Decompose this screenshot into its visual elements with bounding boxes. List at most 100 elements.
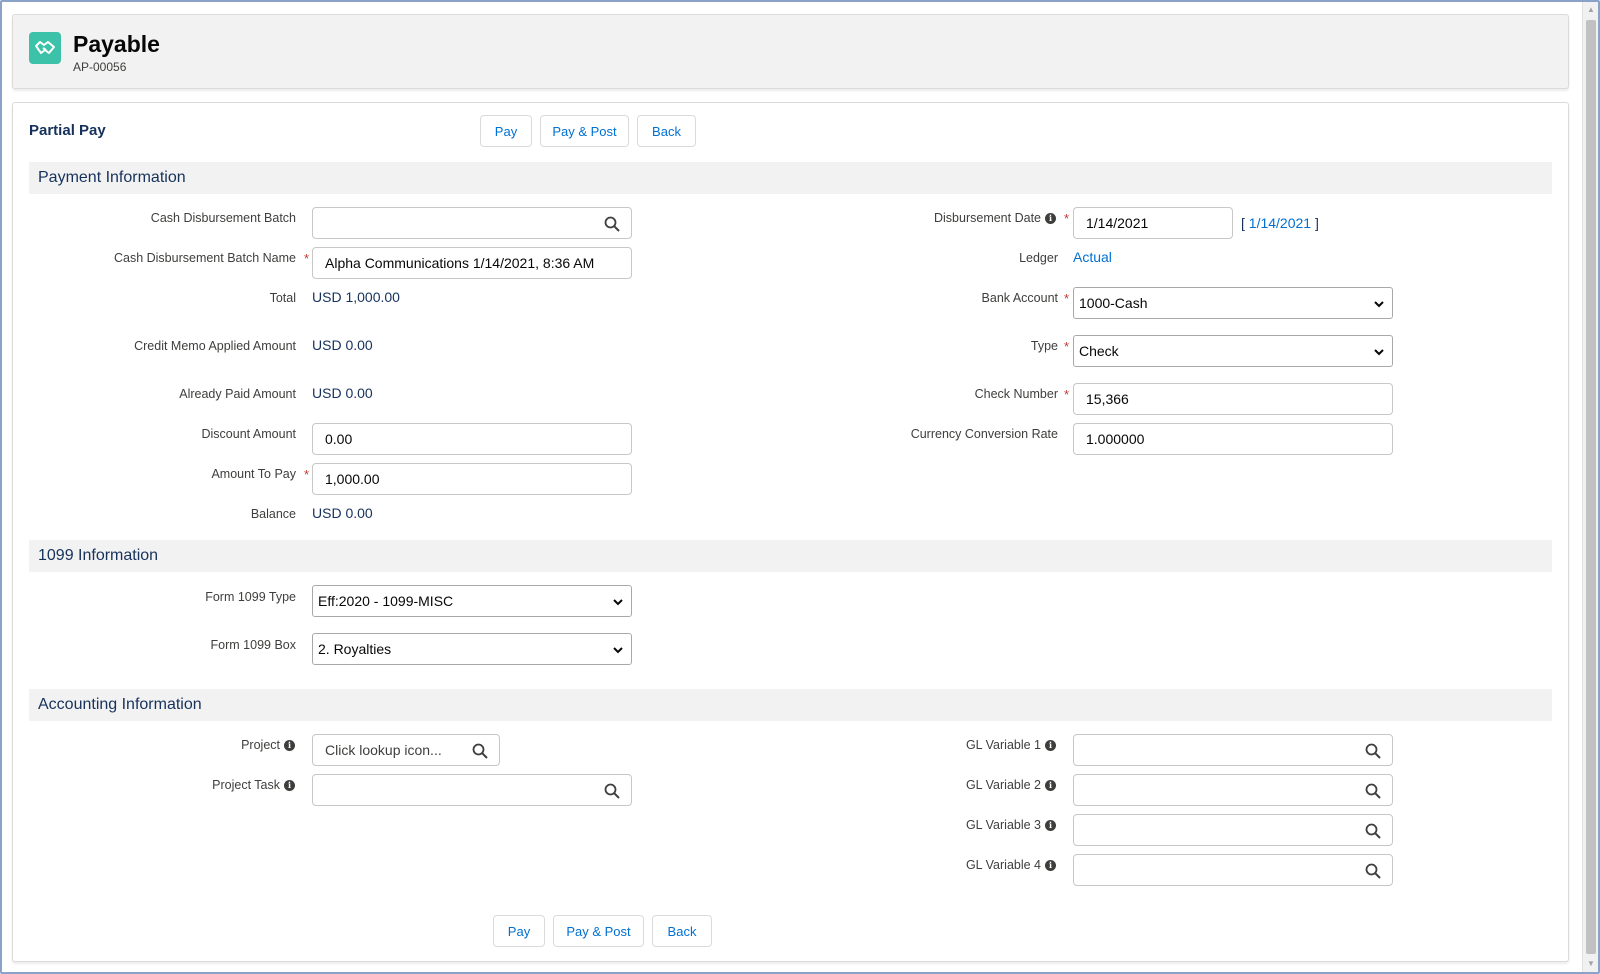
record-number: AP-00056 [73, 60, 127, 74]
label-type: Type [1030, 339, 1058, 353]
currency-conversion-rate-input[interactable]: 1.000000 [1073, 423, 1393, 455]
label-gl-variable-1: GL Variable 1 [965, 738, 1041, 752]
info-icon[interactable]: i [1045, 860, 1056, 871]
scroll-down-arrow-icon[interactable]: ▼ [1583, 956, 1599, 972]
page-title: Payable [73, 31, 160, 57]
chevron-down-icon [1374, 349, 1384, 356]
info-icon[interactable]: i [1045, 820, 1056, 831]
info-icon[interactable]: i [1045, 740, 1056, 751]
today-date-group: [ 1/14/2021 ] [1241, 215, 1319, 231]
required-marker: * [304, 467, 310, 482]
form-1099-box-value: 2. Royalties [318, 641, 392, 657]
label-form-1099-box: Form 1099 Box [210, 638, 296, 652]
section-1099-information: 1099 Information [29, 540, 1552, 572]
info-icon[interactable]: i [1045, 780, 1056, 791]
pay-post-button-top[interactable]: Pay & Post [540, 115, 629, 147]
gl-variable-2-lookup[interactable] [1073, 774, 1393, 806]
check-number-input[interactable]: 15,366 [1073, 383, 1393, 415]
project-lookup[interactable]: Click lookup icon... [312, 734, 500, 766]
required-marker: * [1064, 387, 1070, 402]
label-gl-variable-2: GL Variable 2 [965, 778, 1041, 792]
pay-post-button-bottom[interactable]: Pay & Post [553, 915, 644, 947]
pay-button-top[interactable]: Pay [480, 115, 532, 147]
label-project-task: Project Task [212, 778, 280, 792]
search-icon[interactable] [1364, 862, 1382, 880]
label-gl-variable-3: GL Variable 3 [965, 818, 1041, 832]
search-icon[interactable] [1364, 822, 1382, 840]
check-number-value: 15,366 [1086, 391, 1129, 407]
bank-account-select[interactable]: 1000-Cash [1073, 287, 1393, 319]
required-marker: * [304, 251, 310, 266]
discount-amount-value: 0.00 [325, 431, 353, 447]
batch-name-value: Alpha Communications 1/14/2021, 8:36 AM [325, 255, 595, 271]
required-marker: * [1064, 339, 1070, 354]
type-value: Check [1079, 343, 1119, 359]
search-icon[interactable] [1364, 742, 1382, 760]
disbursement-date-value: 1/14/2021 [1086, 215, 1149, 231]
label-form-1099-type: Form 1099 Type [205, 590, 296, 604]
label-cash-disbursement-batch: Cash Disbursement Batch [150, 211, 296, 225]
label-credit-memo-applied: Credit Memo Applied Amount [134, 339, 296, 353]
info-icon[interactable]: i [284, 780, 295, 791]
section-payment-information: Payment Information [29, 162, 1552, 194]
total-value: USD 1,000.00 [312, 289, 400, 305]
label-project: Project [241, 738, 280, 752]
today-bracket-open: [ [1241, 215, 1245, 231]
required-marker: * [1064, 291, 1070, 306]
today-date-link[interactable]: 1/14/2021 [1249, 215, 1311, 231]
info-icon[interactable]: i [1045, 213, 1056, 224]
required-marker: * [1064, 211, 1070, 226]
label-check-number: Check Number [974, 387, 1058, 401]
card-title: Partial Pay [29, 122, 106, 139]
project-task-lookup[interactable] [312, 774, 632, 806]
pay-button-bottom[interactable]: Pay [493, 915, 545, 947]
back-button-bottom[interactable]: Back [652, 915, 712, 947]
vertical-scrollbar[interactable]: ▲ ▼ [1582, 2, 1598, 972]
balance-value: USD 0.00 [312, 505, 373, 521]
form-1099-box-select[interactable]: 2. Royalties [312, 633, 632, 665]
label-amount-to-pay: Amount To Pay [211, 467, 296, 481]
label-bank-account: Bank Account [981, 291, 1058, 305]
search-icon[interactable] [603, 215, 621, 233]
search-icon[interactable] [471, 742, 489, 760]
record-header: Payable AP-00056 [12, 14, 1569, 89]
scrollbar-thumb[interactable] [1586, 20, 1596, 954]
project-placeholder: Click lookup icon... [325, 742, 442, 758]
chevron-down-icon [613, 647, 623, 654]
label-gl-variable-4: GL Variable 4 [965, 858, 1041, 872]
amount-to-pay-value: 1,000.00 [325, 471, 380, 487]
label-disbursement-date: Disbursement Date [934, 211, 1041, 225]
label-discount-amount: Discount Amount [201, 427, 297, 441]
gl-variable-3-lookup[interactable] [1073, 814, 1393, 846]
handshake-icon [29, 32, 61, 64]
batch-name-input[interactable]: Alpha Communications 1/14/2021, 8:36 AM [312, 247, 632, 279]
amount-to-pay-input[interactable]: 1,000.00 [312, 463, 632, 495]
ledger-link[interactable]: Actual [1073, 249, 1112, 265]
info-icon[interactable]: i [284, 740, 295, 751]
chevron-down-icon [1374, 301, 1384, 308]
section-accounting-information: Accounting Information [29, 689, 1552, 721]
search-icon[interactable] [1364, 782, 1382, 800]
form-1099-type-value: Eff:2020 - 1099-MISC [318, 593, 454, 609]
discount-amount-input[interactable]: 0.00 [312, 423, 632, 455]
today-bracket-close: ] [1314, 215, 1319, 231]
search-icon[interactable] [603, 782, 621, 800]
cash-disbursement-batch-lookup[interactable] [312, 207, 632, 239]
back-button-top[interactable]: Back [637, 115, 696, 147]
form-1099-type-select[interactable]: Eff:2020 - 1099-MISC [312, 585, 632, 617]
label-ledger: Ledger [1019, 251, 1058, 265]
scroll-up-arrow-icon[interactable]: ▲ [1583, 2, 1599, 18]
label-balance: Balance [250, 507, 296, 521]
credit-memo-applied-value: USD 0.00 [312, 337, 373, 353]
type-select[interactable]: Check [1073, 335, 1393, 367]
already-paid-value: USD 0.00 [312, 385, 373, 401]
bank-account-value: 1000-Cash [1079, 295, 1148, 311]
gl-variable-1-lookup[interactable] [1073, 734, 1393, 766]
chevron-down-icon [613, 599, 623, 606]
label-currency-conversion-rate: Currency Conversion Rate [910, 427, 1058, 441]
label-total: Total [269, 291, 296, 305]
label-batch-name: Cash Disbursement Batch Name [113, 251, 296, 265]
label-already-paid: Already Paid Amount [179, 387, 296, 401]
disbursement-date-input[interactable]: 1/14/2021 [1073, 207, 1233, 239]
gl-variable-4-lookup[interactable] [1073, 854, 1393, 886]
